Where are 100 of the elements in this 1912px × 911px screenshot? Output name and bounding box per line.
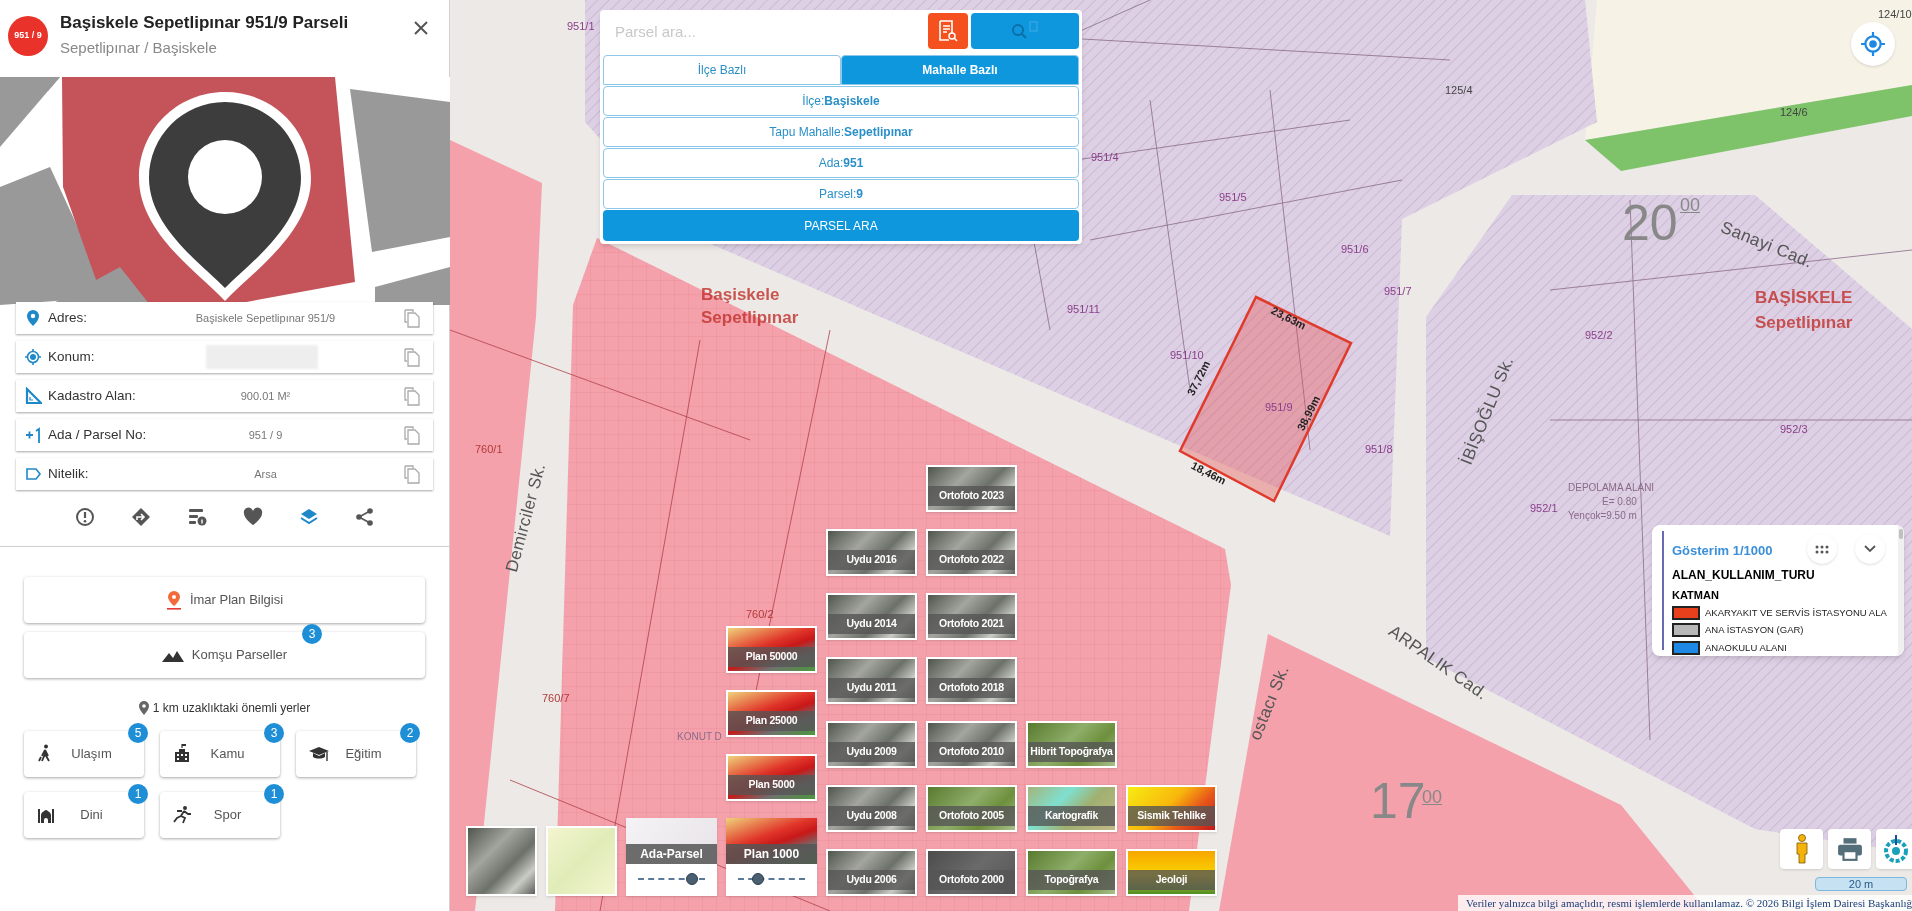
info-label: Konum: — [48, 347, 96, 366]
basemap-thumbnail[interactable] — [466, 826, 537, 896]
search-criterion[interactable]: Parsel:9 — [603, 179, 1079, 209]
layer-tile[interactable]: Uydu 2009 — [826, 721, 917, 768]
panel-action-button[interactable] — [74, 507, 95, 527]
search-tab[interactable]: İlçe Bazlı — [603, 55, 841, 85]
zone-number: 760/2 — [746, 607, 774, 622]
layer-tile[interactable]: Plan 1000 — [726, 818, 817, 896]
parcel-number: 951/8 — [1365, 442, 1393, 457]
district-name: BAŞİSKELE — [1755, 287, 1853, 309]
zone-number: 760/7 — [542, 691, 570, 706]
panel-title: Başiskele Sepetlipınar 951/9 Parseli — [60, 12, 350, 34]
panel-action-button[interactable] — [354, 507, 375, 527]
layer-tile[interactable]: Plan 5000 — [726, 754, 817, 801]
municipality-logo-button[interactable] — [1876, 829, 1912, 869]
info-label: Kadastro Alan: — [48, 386, 137, 405]
street-name: ostacı Sk. — [1244, 661, 1294, 745]
parcel-number: 951/11 — [1067, 302, 1100, 317]
copy-icon — [403, 308, 421, 328]
slider-thumb[interactable] — [685, 873, 698, 885]
layer-tile[interactable]: Ortofoto 2000 — [926, 849, 1017, 896]
document-search-icon — [937, 19, 959, 43]
count-badge: 1 — [128, 784, 148, 804]
list-info-icon — [186, 507, 207, 527]
layer-tile[interactable]: Ortofoto 2021 — [926, 593, 1017, 640]
parcel-number: 951/9 — [1265, 400, 1293, 415]
running-person-icon — [173, 805, 193, 825]
layer-tile[interactable]: Sismik Tehlike — [1126, 785, 1217, 832]
collapse-button[interactable] — [1855, 534, 1885, 564]
scale-bar: 20 m — [1815, 877, 1907, 891]
plus-one-icon — [24, 426, 42, 444]
layer-tile[interactable]: Ada-Parsel — [626, 818, 717, 896]
layer-label: Plan 25000 — [728, 711, 815, 731]
layer-tile[interactable]: Uydu 2014 — [826, 593, 917, 640]
panel-action-button[interactable] — [186, 507, 207, 527]
scrollbar-thumb[interactable] — [1899, 529, 1903, 539]
layer-tile[interactable]: Jeoloji — [1126, 849, 1217, 896]
layer-tile[interactable]: Hibrit Topoğrafya — [1026, 721, 1117, 768]
layer-tile[interactable]: Uydu 2011 — [826, 657, 917, 704]
layer-tile[interactable]: Uydu 2016 — [826, 529, 917, 576]
heart-icon — [242, 507, 263, 527]
layer-tile[interactable]: Topoğrafya — [1026, 849, 1117, 896]
parcel-number: 951/10 — [1170, 348, 1204, 361]
layer-tile[interactable]: Ortofoto 2005 — [926, 785, 1017, 832]
district-name: Sepetlipınar — [1755, 312, 1853, 334]
search-icon — [1010, 21, 1040, 41]
basemap-thumbnail[interactable] — [546, 826, 617, 896]
layer-label: Topoğrafya — [1028, 870, 1115, 890]
document-search-button[interactable] — [928, 13, 968, 49]
print-button[interactable] — [1828, 829, 1871, 869]
legend-entry: AKARYAKIT VE SERVİS İSTASYONU ALA — [1705, 606, 1887, 620]
count-badge: 3 — [302, 624, 322, 644]
panel-action-button[interactable] — [130, 507, 151, 527]
parcel-number: 951/5 — [1219, 190, 1247, 205]
panel-subtitle: Sepetlipınar / Başiskele — [60, 39, 218, 58]
info-value: 900.01 M² — [240, 388, 291, 404]
panel-wide-button[interactable]: İmar Plan Bilgisi — [24, 577, 425, 623]
parcel-search-button[interactable]: PARSEL ARA — [603, 210, 1079, 241]
layer-tile[interactable]: Plan 50000 — [726, 626, 817, 673]
location-pin-icon — [24, 309, 42, 327]
district-name: Başiskele — [701, 284, 780, 306]
layer-tile[interactable]: Uydu 2008 — [826, 785, 917, 832]
legend-layer-name: ALAN_KULLANIM_TURU — [1672, 566, 1815, 584]
chevron-down-icon — [1864, 545, 1876, 553]
layer-tile[interactable]: Ortofoto 2023 — [926, 465, 1017, 512]
layer-tile[interactable]: Ortofoto 2022 — [926, 529, 1017, 576]
grid-number: 20 — [1622, 198, 1678, 248]
layer-tile[interactable]: Ortofoto 2010 — [926, 721, 1017, 768]
layer-label: Uydu 2008 — [828, 806, 915, 826]
zone-note: E= 0.80 — [1602, 495, 1637, 509]
grid-number: 00 — [1680, 196, 1701, 214]
street-view-button[interactable] — [1780, 829, 1823, 869]
layer-tile[interactable]: Uydu 2006 — [826, 849, 917, 896]
count-badge: 3 — [264, 723, 284, 743]
layer-tile[interactable]: Ortofoto 2018 — [926, 657, 1017, 704]
panel-action-button[interactable] — [298, 507, 319, 527]
search-criterion[interactable]: İlçe:Başiskele — [603, 86, 1079, 116]
count-badge: 1 — [264, 784, 284, 804]
layer-label: Ortofoto 2005 — [928, 806, 1015, 826]
copy-icon — [403, 347, 421, 367]
search-criterion[interactable]: Tapu Mahalle:Sepetlipınar — [603, 117, 1079, 147]
layers-icon — [298, 507, 319, 527]
panel-action-button[interactable] — [242, 507, 263, 527]
more-options-button[interactable] — [1807, 534, 1837, 564]
person-icon — [1794, 834, 1809, 864]
map-pin-icon — [165, 590, 182, 610]
layer-label: Sismik Tehlike — [1128, 806, 1215, 826]
search-tab[interactable]: Mahalle Bazlı — [841, 55, 1079, 85]
share-icon — [354, 507, 375, 527]
tag-icon — [24, 465, 42, 483]
parcel-number: 952/1 — [1530, 501, 1558, 516]
layer-tile[interactable]: Plan 25000 — [726, 690, 817, 737]
layer-label: Ortofoto 2021 — [928, 614, 1015, 634]
layer-label: Ada-Parsel — [626, 844, 717, 864]
layer-label: Plan 50000 — [728, 647, 815, 667]
layer-label: Jeoloji — [1128, 870, 1215, 890]
search-criterion[interactable]: Ada:951 — [603, 148, 1079, 178]
count-badge: 5 — [128, 723, 148, 743]
layer-tile[interactable]: Kartografik — [1026, 785, 1117, 832]
slider-thumb[interactable] — [752, 873, 765, 885]
